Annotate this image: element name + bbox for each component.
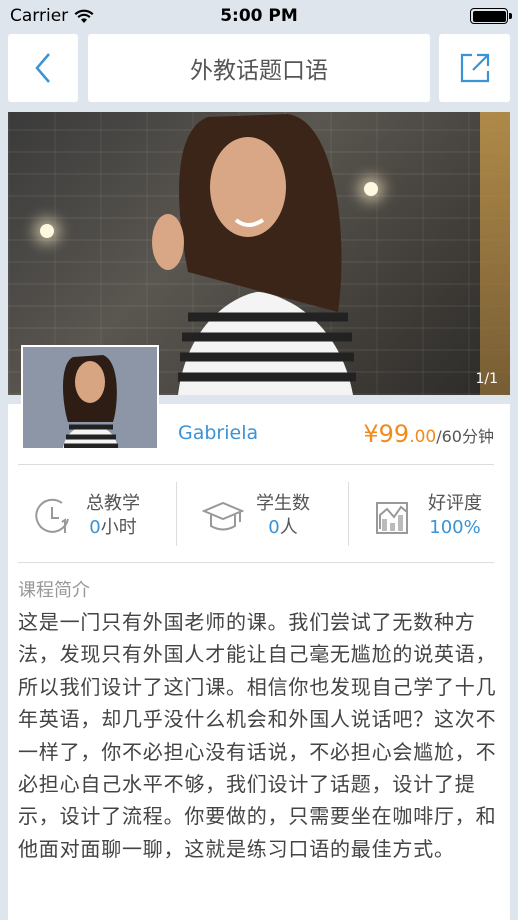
price-integer: 99 (378, 420, 410, 448)
teacher-name: Gabriela (178, 422, 259, 444)
page-title: 外教话题口语 (88, 34, 430, 102)
stat-unit: 人 (279, 517, 298, 538)
stat-label: 好评度 (428, 493, 482, 514)
stat-teaching-hours: 总教学 0小时 (32, 488, 140, 544)
divider (176, 482, 177, 546)
hero-window (480, 112, 510, 395)
chevron-left-icon (35, 53, 50, 83)
stat-unit: 小时 (100, 517, 137, 538)
avatar-figure (23, 347, 157, 448)
stat-value: 0 (268, 517, 280, 538)
price-currency: ¥ (363, 420, 379, 448)
stat-label: 总教学 (86, 493, 140, 514)
course-intro-label: 课程简介 (18, 580, 90, 601)
back-button[interactable] (8, 34, 78, 102)
teacher-avatar[interactable] (21, 345, 159, 450)
price-unit: /60分钟 (436, 427, 494, 446)
chart-icon (376, 502, 408, 534)
stat-student-count: 学生数 0人 (202, 488, 310, 544)
battery-icon (470, 8, 512, 24)
image-counter: 1/1 (475, 371, 498, 387)
stat-rating: 好评度 100% (374, 488, 482, 544)
battery-fill (472, 10, 506, 22)
status-left: Carrier (10, 6, 94, 26)
stat-value: 100 (429, 517, 464, 538)
stat-unit: % (463, 517, 481, 538)
price-decimal: .00 (409, 427, 437, 447)
price: ¥99.00/60分钟 (363, 420, 494, 448)
carrier-label: Carrier (10, 6, 69, 26)
stat-value: 0 (89, 517, 101, 538)
share-button[interactable] (439, 34, 510, 102)
clock-icon (35, 498, 69, 533)
hero-light (40, 224, 54, 238)
status-bar: Carrier 5:00 PM (0, 0, 518, 32)
course-description: 这是一门只有外国老师的课。我们尝试了无数种方法，发现只有外国人才能让自己毫无尴尬… (18, 610, 497, 861)
divider (348, 482, 349, 546)
wifi-icon (74, 9, 94, 23)
divider (18, 562, 494, 563)
divider (18, 464, 494, 465)
graduation-cap-icon (202, 501, 244, 531)
stat-label: 学生数 (256, 493, 310, 514)
share-icon (460, 53, 489, 83)
